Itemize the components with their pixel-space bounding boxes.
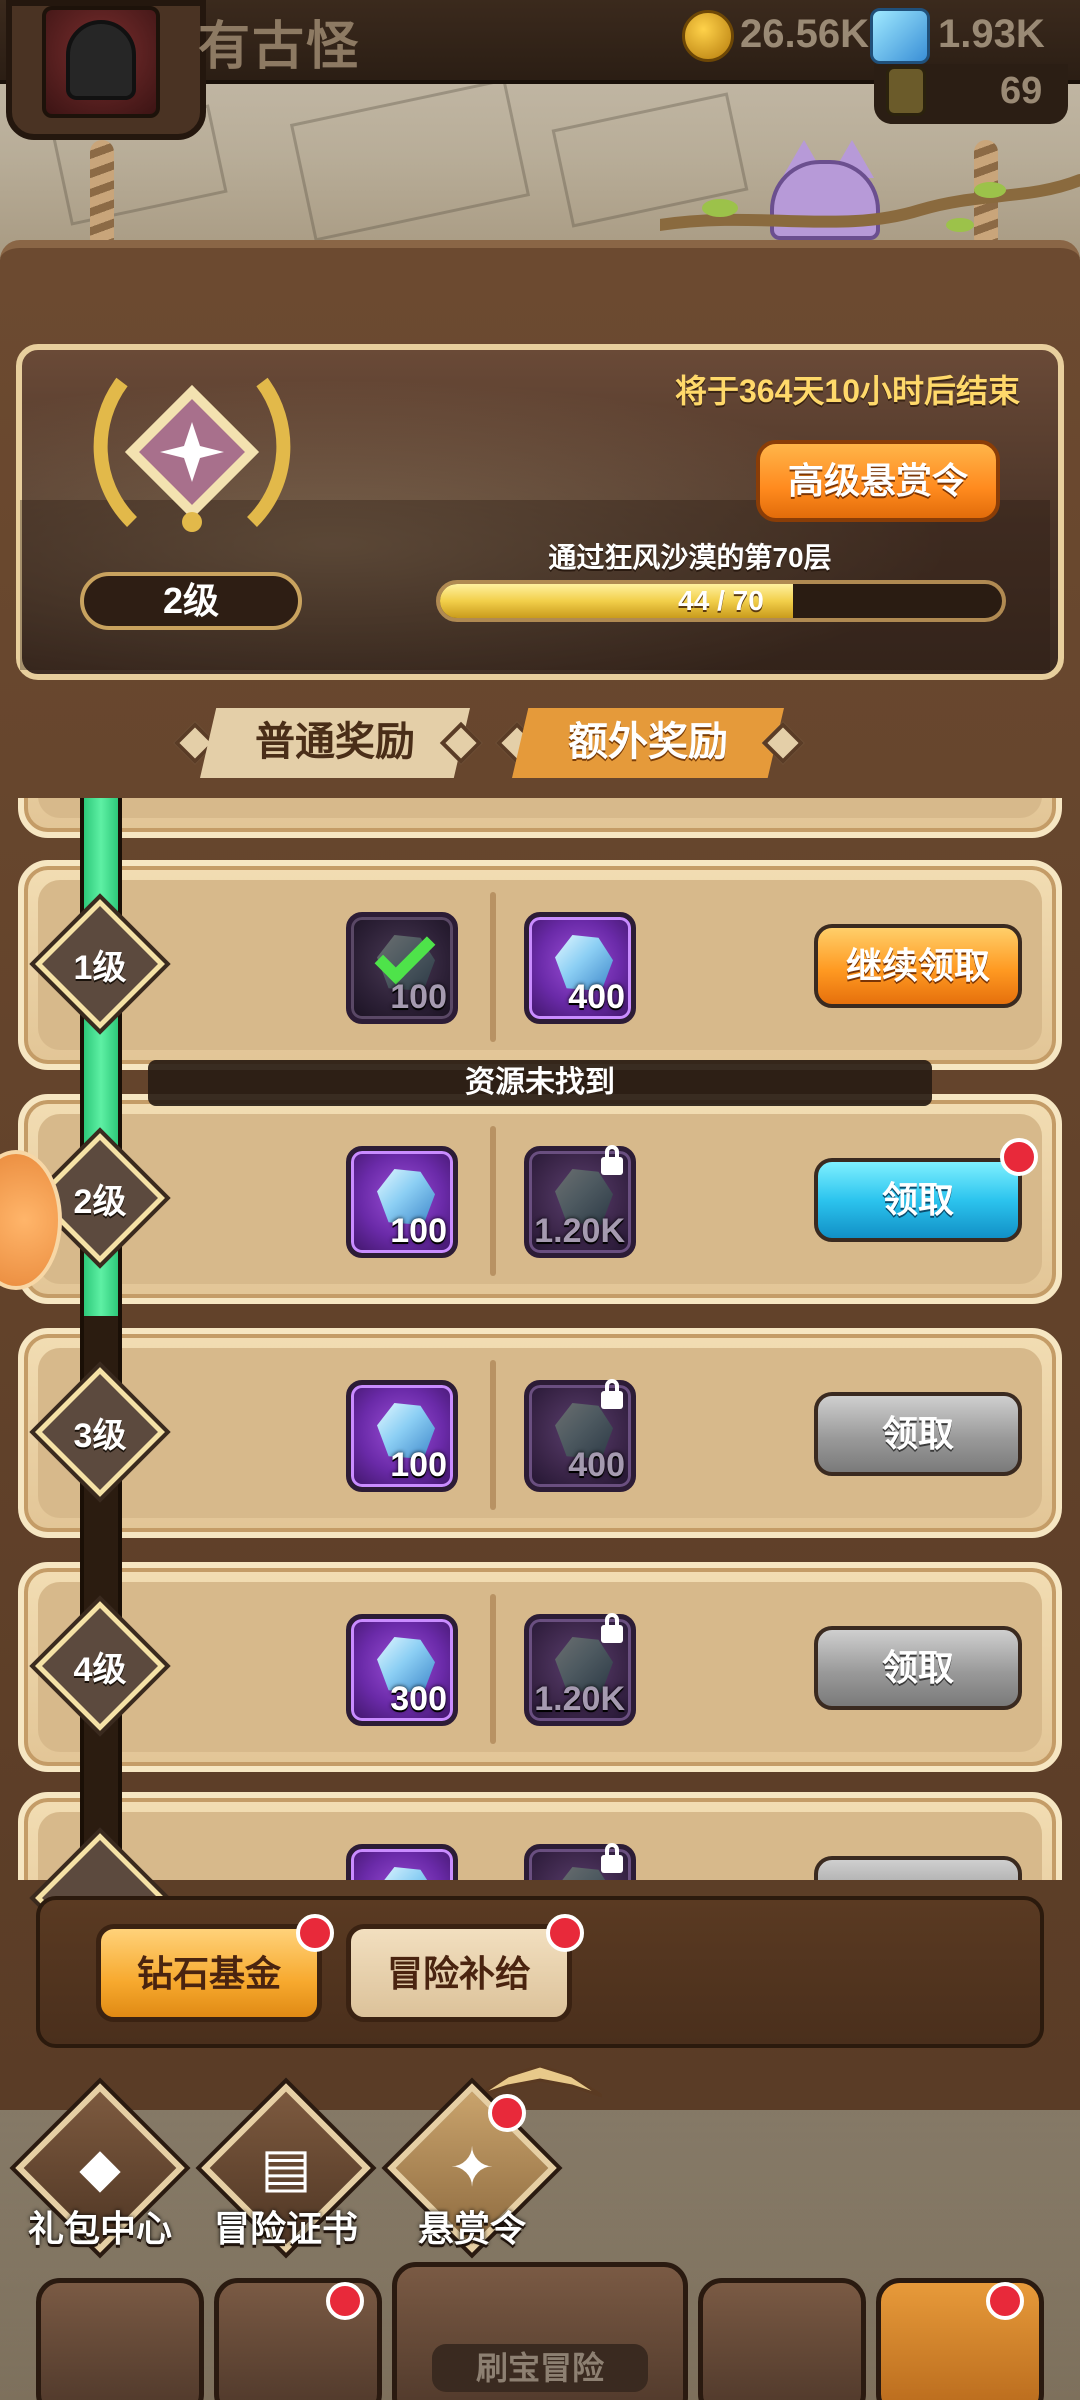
notification-dot [1000, 1138, 1038, 1176]
nav-bounty[interactable]: ✦ 悬赏令 [372, 2077, 572, 2274]
dock-shop-button[interactable] [36, 2278, 204, 2400]
reward-amount: 300 [390, 1680, 447, 1718]
reward-amount: 400 [568, 978, 625, 1016]
extra-reward-item[interactable] [524, 1843, 636, 1880]
current-level-badge: 2级 [80, 572, 302, 630]
claim-button[interactable] [814, 1856, 1022, 1880]
book-icon: ▤ [260, 2138, 312, 2198]
tab-diamond-fund[interactable]: 钻石基金 [96, 1924, 322, 2022]
player-name: 有古怪 [198, 18, 361, 76]
notification-dot [488, 2094, 526, 2132]
reward-amount: 1.20K [534, 1680, 625, 1718]
bounty-icon: ✦ [449, 2138, 495, 2198]
free-reward-item[interactable] [346, 1844, 458, 1880]
tab-extra-rewards[interactable]: 额外奖励 [512, 708, 784, 778]
gold-coin-icon [682, 10, 734, 62]
quest-description: 通过狂风沙漠的第70层 [548, 542, 832, 573]
extra-reward-item[interactable]: 400 [524, 1379, 636, 1492]
toast-message: 资源未找到 [148, 1060, 932, 1106]
branch-decoration-icon [660, 174, 1080, 232]
reward-row: 100 1.20K 领取 [18, 1094, 1062, 1304]
nav-label: 冒险证书 [213, 2208, 358, 2249]
level-marker-label: 1级 [73, 949, 127, 987]
lock-icon [601, 1379, 623, 1409]
level-marker-label: 3级 [73, 1417, 127, 1455]
tab-normal-rewards[interactable]: 普通奖励 [200, 708, 470, 778]
gem-amount: 1.93K [938, 12, 1045, 56]
nav-label: 悬赏令 [417, 2208, 526, 2249]
row-divider [490, 1594, 496, 1744]
reward-row-partial [18, 1792, 1062, 1880]
extra-reward-item[interactable]: 400 [524, 912, 636, 1024]
reward-row: 300 1.20K 领取 [18, 1562, 1062, 1772]
row-divider [490, 1126, 496, 1276]
reward-amount: 1.20K [534, 1212, 625, 1250]
free-reward-item[interactable]: 100 [346, 912, 458, 1024]
gem-icon [870, 8, 930, 64]
dock-center-label: 刷宝冒险 [432, 2344, 648, 2392]
row-divider [490, 1360, 496, 1510]
tab-adventure-supply[interactable]: 冒险补给 [346, 1924, 572, 2022]
free-reward-item[interactable]: 100 [346, 1380, 458, 1492]
extra-reward-item[interactable]: 1.20K [524, 1613, 636, 1726]
notification-dot [326, 2282, 364, 2320]
lock-icon [601, 1843, 623, 1873]
stamina-icon [886, 66, 926, 116]
gold-amount: 26.56K [740, 12, 869, 56]
claim-button[interactable]: 领取 [814, 1626, 1022, 1710]
notification-dot [296, 1914, 334, 1952]
gem-crystal-icon [377, 1867, 435, 1880]
free-reward-item[interactable]: 100 [346, 1146, 458, 1258]
notification-dot [546, 1914, 584, 1952]
lock-icon [601, 1613, 623, 1643]
rope-left [90, 140, 114, 250]
reward-amount: 100 [390, 978, 447, 1016]
reward-amount: 100 [390, 1446, 447, 1484]
level-marker-label: 4级 [73, 1651, 127, 1689]
nav-label: 礼包中心 [27, 2208, 172, 2249]
knight-helmet-icon [66, 20, 136, 100]
reward-row: 100 400 领取 [18, 1328, 1062, 1538]
reward-row-partial [18, 798, 1062, 838]
rank-badge-icon [93, 377, 291, 532]
end-countdown: 将于364天10小时后结束 [675, 373, 1020, 409]
notification-dot [986, 2282, 1024, 2320]
stamina-amount: 69 [1000, 70, 1043, 112]
dock-bag-button[interactable] [698, 2278, 866, 2400]
free-reward-item[interactable]: 300 [346, 1614, 458, 1726]
reward-list[interactable]: 100 400 继续领取 100 1.20K 领取 100 400 领取 300 1.20K 领取 [16, 798, 1064, 1880]
reward-row: 100 400 继续领取 [18, 860, 1062, 1070]
claim-button[interactable]: 继续领取 [814, 924, 1022, 1008]
reward-amount: 100 [390, 1212, 447, 1250]
reward-amount: 400 [568, 1446, 625, 1484]
level-progress-text: 44 / 70 [678, 585, 764, 616]
nav-gift-center[interactable]: ◆ 礼包中心 [0, 2077, 200, 2274]
claim-button[interactable]: 领取 [814, 1158, 1022, 1242]
lock-icon [601, 1145, 623, 1175]
extra-reward-item[interactable]: 1.20K [524, 1145, 636, 1258]
level-marker-label: 2级 [73, 1183, 127, 1221]
premium-bounty-button[interactable]: 高级悬赏令 [756, 440, 1000, 522]
claim-button[interactable]: 领取 [814, 1392, 1022, 1476]
diamond-icon: ◆ [79, 2138, 121, 2198]
row-divider [490, 892, 496, 1042]
nav-adventure-cert[interactable]: ▤ 冒险证书 [186, 2077, 386, 2274]
